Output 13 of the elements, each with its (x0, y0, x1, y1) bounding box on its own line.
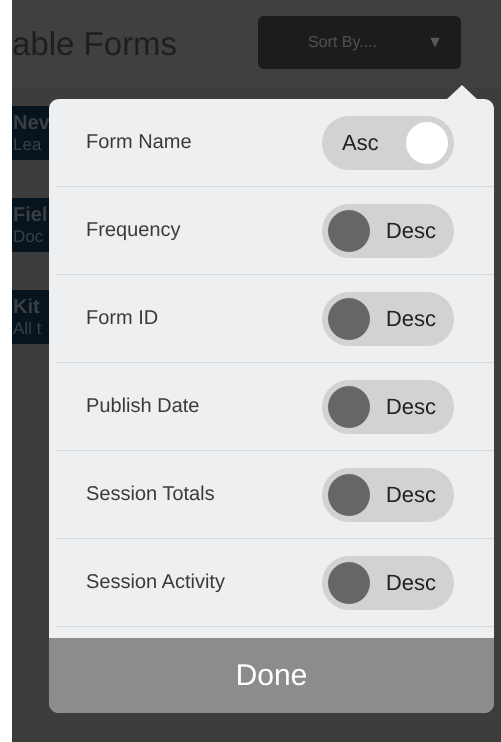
caret-icon: ▼ (427, 34, 443, 52)
sort-option-label: Publish Date (86, 395, 200, 418)
sort-option-label: Session Totals (86, 483, 215, 506)
sort-toggle[interactable]: Asc (322, 116, 454, 170)
sort-option-label: Frequency (86, 219, 180, 242)
sort-toggle[interactable]: Desc (322, 292, 454, 346)
sort-toggle[interactable]: Desc (322, 380, 454, 434)
sort-toggle[interactable]: Desc (322, 468, 454, 522)
sort-option-label: Form ID (86, 307, 158, 330)
sort-toggle[interactable]: Desc (322, 204, 454, 258)
sort-option-label: Form Name (86, 131, 192, 154)
sort-toggle[interactable]: Desc (322, 556, 454, 610)
sort-option-label: Session Activity (86, 571, 225, 594)
